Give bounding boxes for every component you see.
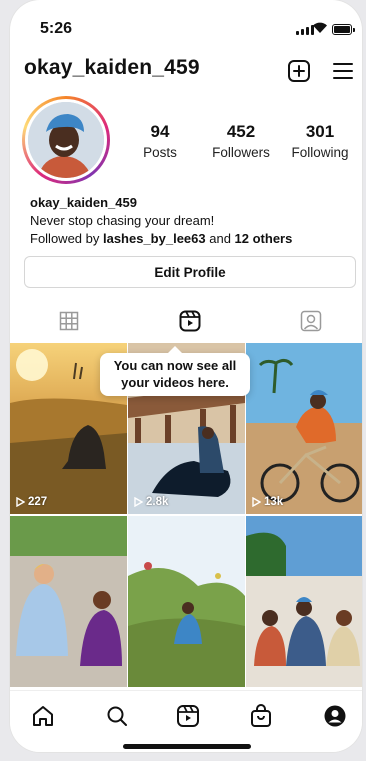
reel-play-count-value: 2.8k: [146, 496, 169, 508]
avatar-photo: [28, 102, 104, 178]
reel-thumbnail-image: [246, 343, 362, 514]
stat-following[interactable]: 301 Following: [286, 122, 354, 160]
nav-shop[interactable]: [248, 703, 274, 729]
play-icon: [252, 497, 261, 507]
tab-reels[interactable]: [179, 310, 201, 332]
reel-play-count: 2.8k: [134, 496, 168, 508]
plus-square-icon: [288, 60, 310, 82]
profile-username-header: okay_kaiden_459: [24, 56, 200, 79]
reel-thumbnail[interactable]: [128, 516, 245, 687]
profile-icon: [324, 705, 346, 727]
posts-label: Posts: [143, 145, 177, 160]
reel-thumbnail[interactable]: [246, 516, 362, 687]
battery-icon: [332, 24, 355, 35]
followed-by-and: and: [205, 231, 235, 246]
stat-posts[interactable]: 94 Posts: [135, 122, 185, 160]
profile-tabs: [10, 302, 362, 338]
following-label: Following: [291, 145, 349, 160]
bottom-navigation: [10, 690, 362, 752]
grid-icon: [59, 311, 79, 331]
followers-count: 452: [226, 122, 256, 141]
bio-name: okay_kaiden_459: [30, 195, 137, 210]
tooltip-line-2: your videos here.: [121, 375, 229, 390]
posts-count: 94: [150, 122, 170, 141]
reel-thumbnail[interactable]: 13k: [246, 343, 362, 514]
tagged-person-icon: [300, 310, 322, 332]
play-icon: [16, 497, 25, 507]
search-icon: [107, 706, 127, 726]
reel-thumbnail-image: [246, 516, 362, 687]
reel-play-count: 227: [16, 496, 47, 508]
nav-profile[interactable]: [322, 703, 348, 729]
tab-posts-grid[interactable]: [58, 310, 80, 332]
profile-avatar[interactable]: [22, 96, 110, 184]
reel-thumbnail-image: [128, 516, 245, 687]
tab-tagged[interactable]: [300, 310, 322, 332]
phone-screen: 5:26 okay_kaiden_459 94 Posts 452 Follow…: [10, 0, 362, 752]
play-icon: [134, 497, 143, 507]
following-count: 301: [305, 122, 335, 141]
bio-text: Never stop chasing your dream!: [30, 213, 215, 228]
nav-home[interactable]: [30, 703, 56, 729]
followed-by-user[interactable]: lashes_by_lee63: [103, 231, 206, 246]
reel-thumbnail-image: [10, 516, 127, 687]
followers-label: Followers: [212, 145, 270, 160]
reel-play-count-value: 13k: [264, 496, 284, 508]
edit-profile-button[interactable]: Edit Profile: [24, 256, 356, 288]
reels-tooltip[interactable]: You can now see all your videos here.: [100, 346, 250, 396]
reels-icon: [177, 705, 199, 727]
reel-play-count: 13k: [252, 496, 283, 508]
reels-icon: [179, 310, 201, 332]
home-icon: [33, 706, 53, 726]
status-time: 5:26: [40, 20, 73, 37]
reel-play-count-value: 227: [28, 496, 48, 508]
followed-by-others[interactable]: 12 others: [235, 231, 293, 246]
shopping-bag-icon: [251, 704, 271, 727]
reel-thumbnail[interactable]: [10, 516, 127, 687]
profile-bio: okay_kaiden_459 Never stop chasing your …: [30, 194, 360, 248]
followed-by[interactable]: Followed by lashes_by_lee63 and 12 other…: [30, 230, 360, 248]
tooltip-line-1: You can now see all: [113, 358, 237, 373]
nav-search[interactable]: [104, 703, 130, 729]
nav-reels[interactable]: [175, 703, 201, 729]
wifi-icon: [313, 22, 327, 33]
followed-by-prefix: Followed by: [30, 231, 103, 246]
home-indicator[interactable]: [123, 744, 251, 749]
status-bar: 5:26: [10, 0, 362, 48]
create-post-button[interactable]: [286, 58, 312, 84]
menu-button[interactable]: [330, 58, 356, 84]
stat-followers[interactable]: 452 Followers: [206, 122, 276, 160]
hamburger-menu-icon: [333, 63, 353, 79]
